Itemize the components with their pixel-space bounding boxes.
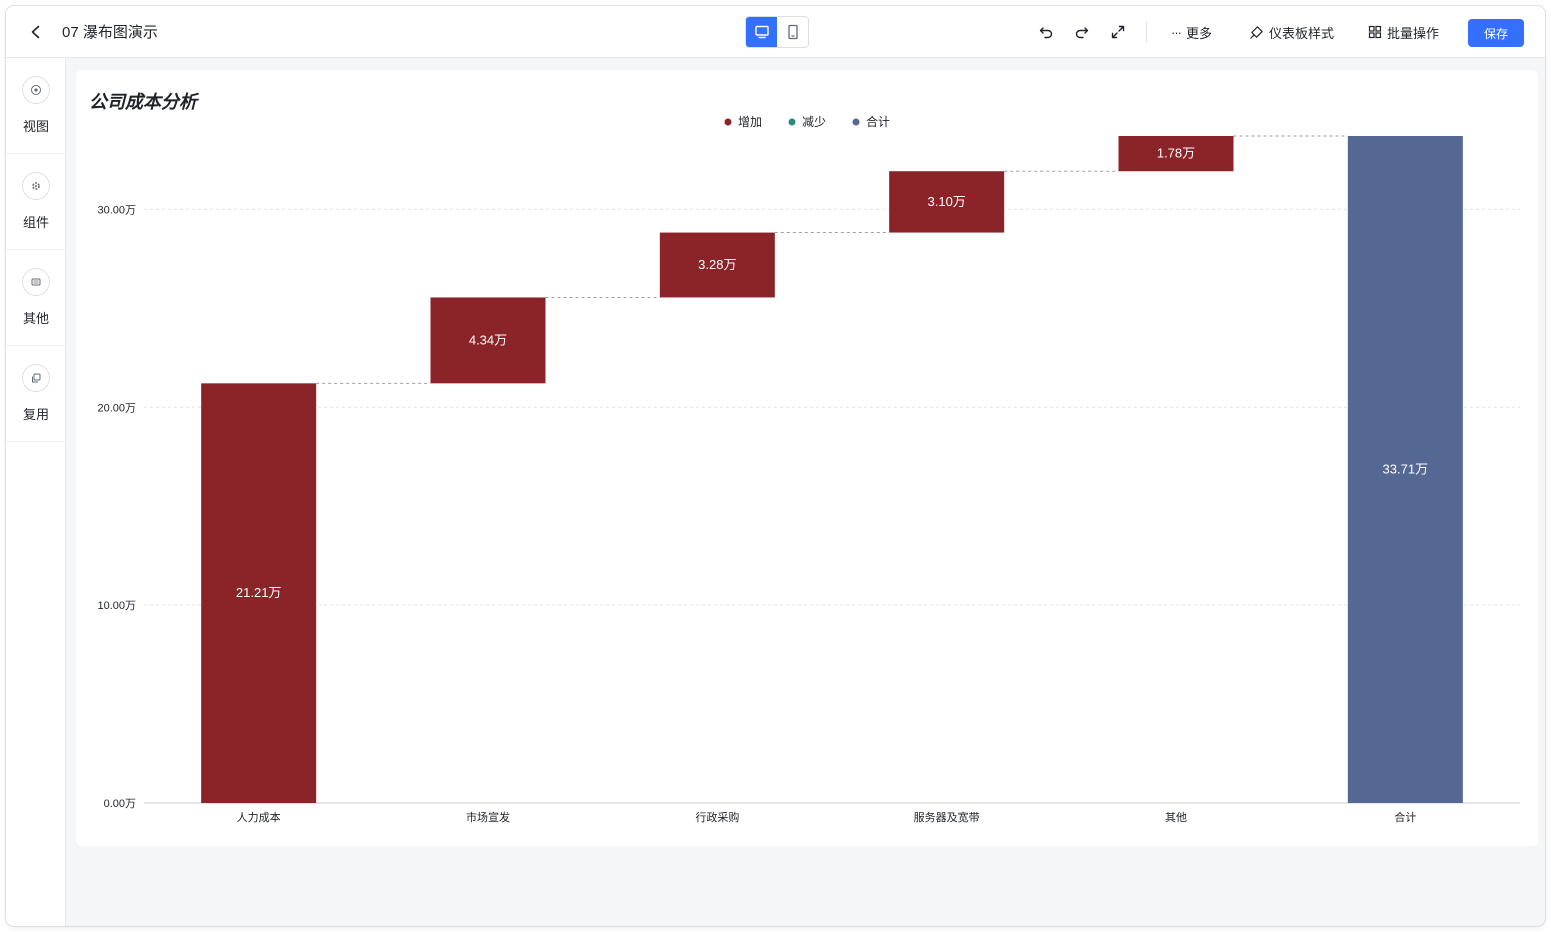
dashboard-style-button[interactable]: 仪表板样式 [1249,22,1334,42]
toolbar-divider [1146,22,1147,42]
legend-label: 合计 [866,114,890,129]
sidebar-item-label: 组件 [23,212,49,231]
bar-value-label: 3.10万 [928,194,966,209]
back-button[interactable] [24,20,48,44]
mobile-icon [786,24,800,40]
legend-label: 减少 [802,115,826,129]
y-tick-label: 0.00万 [104,798,136,810]
bar-value-label: 4.34万 [469,332,507,347]
mobile-view-button[interactable] [777,17,808,47]
sidebar-item-reuse[interactable]: 复用 [6,346,66,442]
bar-value-label: 3.28万 [698,257,736,272]
bar-value-label: 21.21万 [236,585,282,600]
top-toolbar: 07 瀑布图演示 [6,6,1545,58]
waterfall-chart: 0.00万 10.00万 20.00万 30.00万 21.21万人力成本 4.34万市场… [76,70,1538,846]
x-tick-label: 服务器及宽带 [914,810,980,824]
other-icon [22,268,50,296]
undo-button[interactable] [1034,20,1058,44]
save-button[interactable]: 保存 [1468,19,1524,47]
desktop-icon [754,24,770,40]
dashboard-style-label: 仪表板样式 [1269,23,1334,42]
sidebar-item-other[interactable]: 其他 [6,250,66,346]
batch-operation-label: 批量操作 [1387,23,1439,42]
bar-value-label: 1.78万 [1157,146,1195,161]
batch-operation-button[interactable]: 批量操作 [1368,22,1439,42]
fullscreen-button[interactable] [1106,20,1130,44]
more-button[interactable]: ··· 更多 [1171,22,1212,42]
legend-marker [789,119,796,126]
more-dots-icon: ··· [1171,25,1181,40]
redo-icon [1074,24,1090,40]
component-icon [22,172,50,200]
chart-card[interactable]: 公司成本分析 0.00万10.00万20.00万30.00万21.21万人力成本… [76,70,1538,846]
sidebar-item-component[interactable]: 组件 [6,154,66,250]
bar-value-label: 33.71万 [1383,462,1429,477]
x-tick-label: 市场宣发 [466,810,510,824]
y-tick-label: 10.00万 [97,600,136,612]
x-tick-label: 合计 [1394,810,1416,824]
app-window: 07 瀑布图演示 [6,6,1545,926]
sidebar-item-label: 复用 [23,404,49,423]
more-label: 更多 [1186,23,1212,42]
legend-marker [853,119,860,126]
redo-button[interactable] [1070,20,1094,44]
legend-label: 增加 [738,115,762,129]
expand-icon [1110,24,1126,40]
x-tick-label: 人力成本 [237,810,281,824]
undo-icon [1038,24,1054,40]
x-tick-label: 其他 [1165,811,1187,824]
sidebar-item-view[interactable]: 视图 [6,58,66,154]
view-icon [22,76,50,104]
grid-icon [1368,25,1382,39]
y-tick-label: 30.00万 [97,204,136,216]
brush-icon [1249,25,1264,40]
chevron-left-icon [29,25,43,39]
sidebar-item-label: 其他 [23,308,49,327]
reuse-icon [22,364,50,392]
page-title: 07 瀑布图演示 [62,21,158,42]
sidebar-item-label: 视图 [23,116,49,135]
desktop-view-button[interactable] [746,17,777,47]
y-tick-label: 20.00万 [97,402,136,414]
x-tick-label: 行政采购 [695,810,739,824]
device-switch [745,16,809,48]
left-sidebar: 视图 组件 其他 复用 [6,58,66,926]
legend-marker [725,119,732,126]
